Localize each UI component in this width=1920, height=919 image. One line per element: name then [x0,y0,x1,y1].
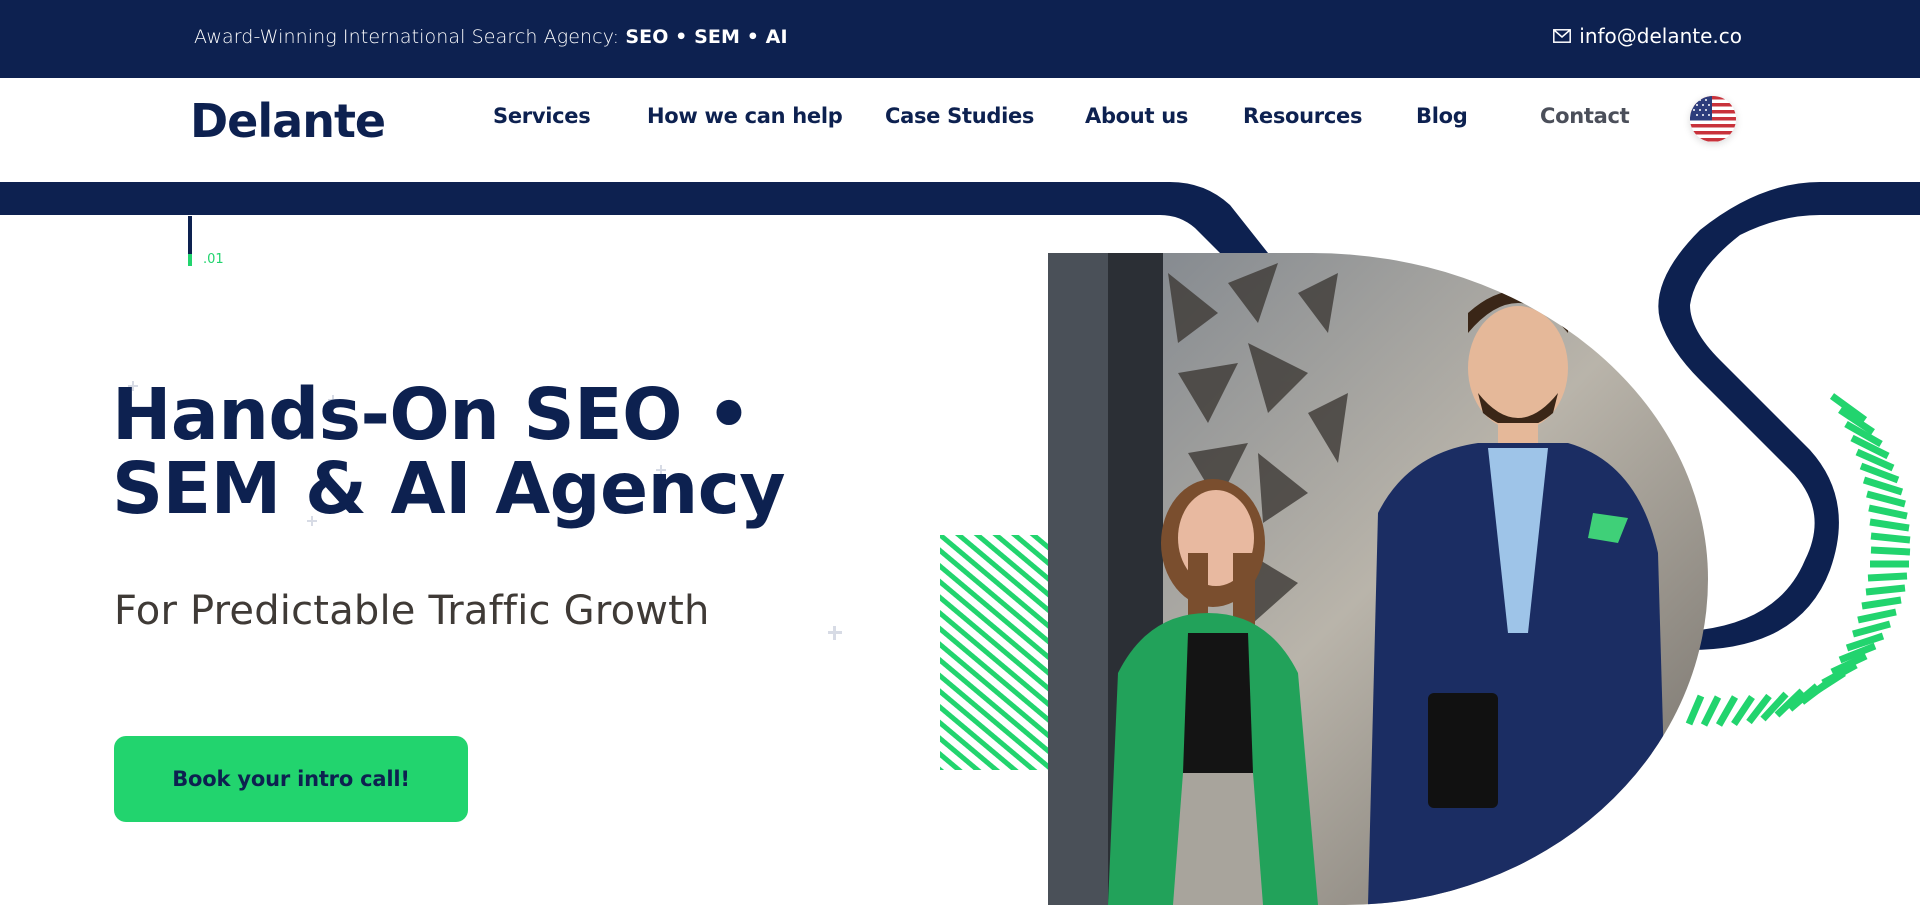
slide-number: .01 [203,252,224,267]
slide-progress [188,216,192,266]
hero-title-line2: SEM & AI Agency [112,447,786,530]
hero-title: Hands-On SEO • SEM & AI Agency [112,378,832,526]
hero-title-line1: Hands-On SEO • [112,373,752,456]
hero-subtitle: For Predictable Traffic Growth [114,588,710,634]
green-hatch-pattern [940,535,1065,770]
book-intro-call-button[interactable]: Book your intro call! [114,736,468,822]
